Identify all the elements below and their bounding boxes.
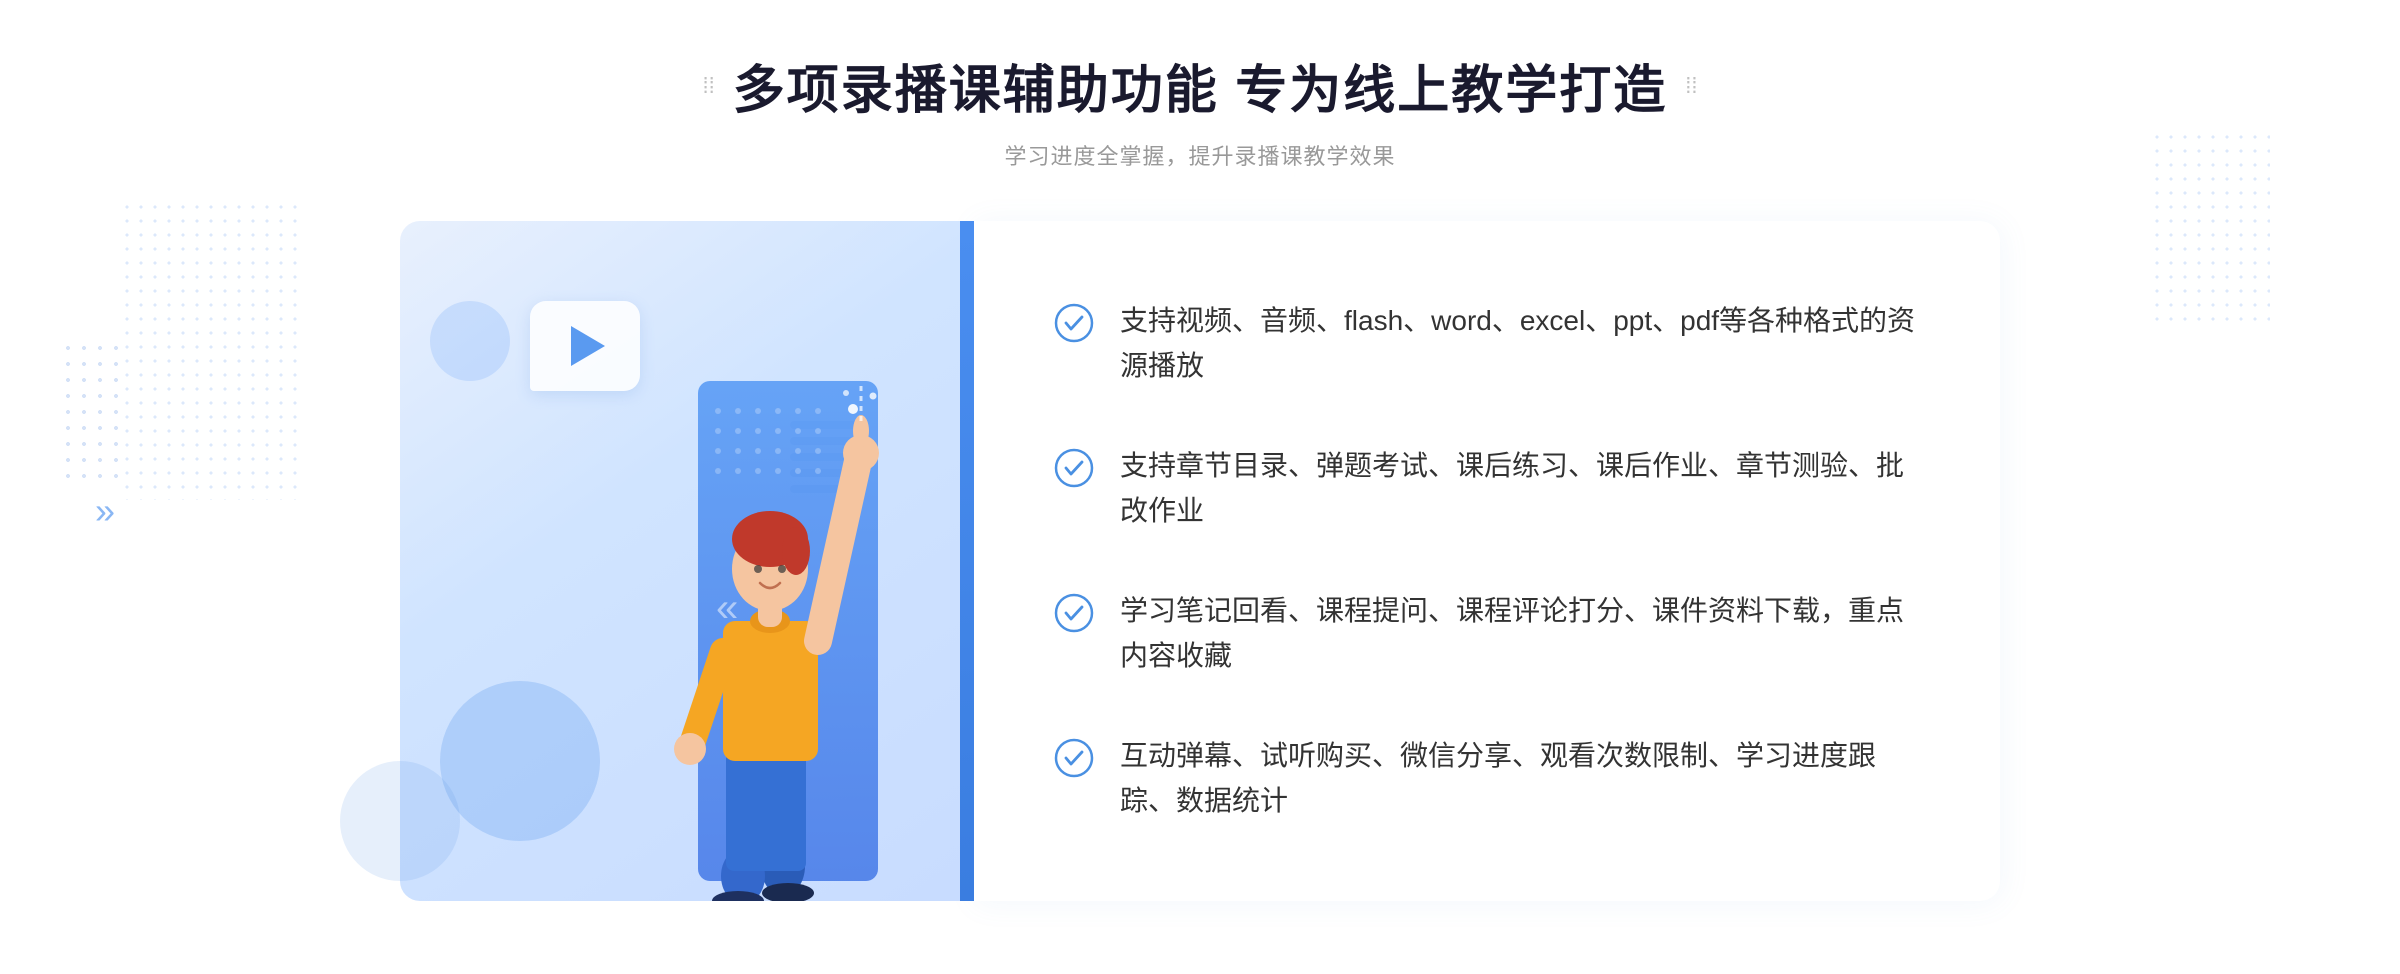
circle-deco-large — [440, 681, 600, 841]
deco-dots-right: ⁞⁞ — [1685, 73, 1697, 99]
circle-deco-small — [430, 301, 510, 381]
dots-decoration-left — [120, 200, 300, 500]
right-features-panel: 支持视频、音频、flash、word、excel、ppt、pdf等各种格式的资源… — [974, 221, 2000, 901]
feature-text-2: 支持章节目录、弹题考试、课后练习、课后作业、章节测验、批改作业 — [1120, 444, 1920, 534]
feature-item-2: 支持章节目录、弹题考试、课后练习、课后作业、章节测验、批改作业 — [1054, 422, 1920, 556]
deco-dots-left: ⁞⁞ — [703, 73, 715, 99]
check-icon-1 — [1054, 303, 1094, 343]
feature-text-1: 支持视频、音频、flash、word、excel、ppt、pdf等各种格式的资源… — [1120, 299, 1920, 389]
feature-item-3: 学习笔记回看、课程提问、课程评论打分、课件资料下载，重点内容收藏 — [1054, 567, 1920, 701]
feature-text-4: 互动弹幕、试听购买、微信分享、观看次数限制、学习进度跟踪、数据统计 — [1120, 734, 1920, 824]
blue-divider-bar — [960, 221, 974, 901]
main-content: « — [400, 221, 2000, 901]
check-icon-3 — [1054, 593, 1094, 633]
left-illustration-panel: « — [400, 221, 960, 901]
title-row: ⁞⁞ 多项录播课辅助功能 专为线上教学打造 ⁞⁞ — [703, 48, 1698, 123]
check-icon-2 — [1054, 448, 1094, 488]
feature-item-1: 支持视频、音频、flash、word、excel、ppt、pdf等各种格式的资源… — [1054, 277, 1920, 411]
header-section: ⁞⁞ 多项录播课辅助功能 专为线上教学打造 ⁞⁞ 学习进度全掌握，提升录播课教学… — [703, 48, 1698, 171]
dots-decoration-page-left — [60, 340, 130, 480]
page-container: » ⁞⁞ 多项录播课辅助功能 专为线上教学打造 ⁞⁞ 学习进度全掌握，提升录播课… — [0, 0, 2400, 974]
feature-item-4: 互动弹幕、试听购买、微信分享、观看次数限制、学习进度跟踪、数据统计 — [1054, 712, 1920, 846]
half-circle-deco — [340, 761, 460, 881]
arrow-left-icon: » — [95, 490, 115, 532]
figure-illustration: « — [578, 321, 918, 901]
page-title: 多项录播课辅助功能 专为线上教学打造 — [733, 48, 1667, 123]
page-subtitle: 学习进度全掌握，提升录播课教学效果 — [703, 139, 1698, 171]
dots-decoration-right — [2150, 130, 2270, 330]
check-icon-4 — [1054, 738, 1094, 778]
feature-text-3: 学习笔记回看、课程提问、课程评论打分、课件资料下载，重点内容收藏 — [1120, 589, 1920, 679]
